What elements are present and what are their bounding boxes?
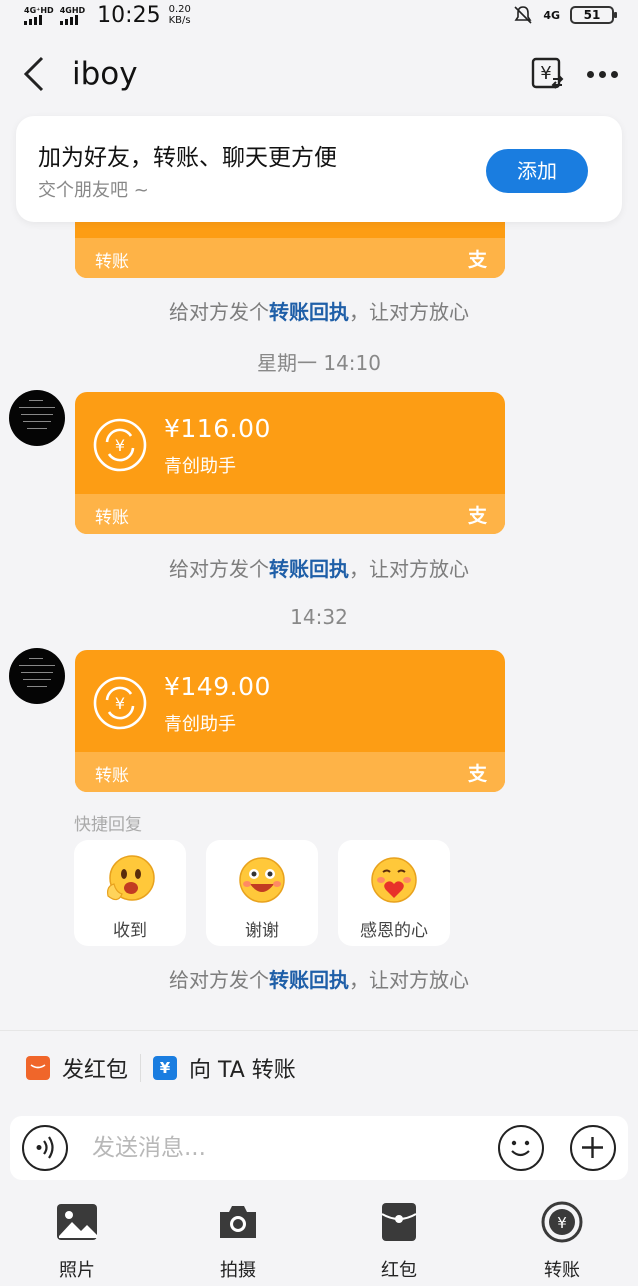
nav-bar: iboy ¥ bbox=[0, 38, 638, 110]
clock: 10:25 bbox=[97, 2, 161, 28]
receipt-link[interactable]: 转账回执 bbox=[269, 968, 349, 992]
alipay-logo-icon: 支 bbox=[467, 763, 487, 785]
camera-icon bbox=[220, 1206, 256, 1238]
transfer-footer: 转账 支 bbox=[75, 494, 505, 534]
plus-icon bbox=[582, 1137, 603, 1158]
back-button[interactable] bbox=[20, 54, 48, 94]
action-label: 发红包 bbox=[62, 1058, 129, 1083]
transfer-label: 转账 bbox=[95, 508, 129, 528]
message-input-bar bbox=[10, 1116, 628, 1180]
receipt-hint: 给对方发个转账回执，让对方放心 bbox=[0, 553, 638, 582]
signal-icon: 4G⁺HD bbox=[24, 6, 54, 25]
svg-text:¥: ¥ bbox=[115, 694, 125, 713]
svg-text:¥: ¥ bbox=[115, 436, 125, 455]
receipt-hint: 给对方发个转账回执，让对方放心 bbox=[0, 964, 638, 993]
transfer-coin-icon: ¥ bbox=[93, 418, 147, 472]
banner-title: 加为好友，转账、聊天更方便 bbox=[38, 145, 337, 171]
transfer-payer: 青创助手 bbox=[164, 456, 236, 477]
smiley-icon bbox=[511, 1140, 530, 1157]
alipay-logo-icon: 支 bbox=[467, 505, 487, 527]
emoji-button[interactable] bbox=[498, 1125, 544, 1171]
red-packet-icon bbox=[381, 1203, 417, 1241]
ok-emoji-icon bbox=[107, 855, 155, 901]
svg-text:¥: ¥ bbox=[540, 63, 551, 84]
quick-reply-thanks[interactable]: 谢谢 bbox=[206, 840, 318, 946]
mute-bell-icon bbox=[514, 6, 532, 24]
time-separator: 星期一 14:10 bbox=[257, 351, 381, 375]
hint-text: ，让对方放心 bbox=[349, 557, 469, 581]
receipt-link[interactable]: 转账回执 bbox=[269, 300, 349, 324]
divider bbox=[0, 1030, 638, 1031]
bottom-toolbar: 照片 拍摄 红包 ¥ 转账 bbox=[0, 1190, 638, 1286]
time-separator: 14:32 bbox=[290, 605, 348, 629]
signal-icon: 4GHD bbox=[59, 5, 86, 25]
chevron-left-icon bbox=[23, 56, 44, 92]
yuan-transfer-icon: ¥ bbox=[153, 1056, 178, 1080]
action-separator bbox=[140, 1054, 142, 1082]
transfer-amount: ¥149.00 bbox=[164, 672, 271, 701]
red-packet-button[interactable]: 红包 bbox=[359, 1200, 439, 1282]
chat-title: iboy bbox=[72, 56, 138, 92]
transfer-message[interactable]: ¥ ¥149.00 青创助手 转账 支 bbox=[75, 650, 505, 792]
receipt-link[interactable]: 转账回执 bbox=[269, 557, 349, 581]
transfer-button[interactable]: ¥ 转账 bbox=[522, 1200, 602, 1282]
photo-button[interactable]: 照片 bbox=[37, 1200, 117, 1282]
speed-unit: KB/s bbox=[168, 15, 191, 26]
transfer-payer: 青创助手 bbox=[164, 714, 236, 735]
speed-value: 0.20 bbox=[168, 4, 191, 15]
quick-reply-label: 收到 bbox=[113, 921, 147, 941]
hint-text: 给对方发个 bbox=[169, 557, 269, 581]
toolbar-label: 拍摄 bbox=[220, 1260, 256, 1281]
heart-emoji-icon bbox=[371, 857, 417, 903]
toolbar-label: 照片 bbox=[59, 1260, 95, 1281]
add-friend-banner: 加为好友，转账、聊天更方便 交个朋友吧 ~ 添加 bbox=[16, 116, 622, 222]
transfer-message[interactable]: ¥ ¥116.00 青创助手 转账 支 bbox=[75, 392, 505, 534]
more-options-button[interactable] bbox=[587, 70, 618, 78]
more-actions-button[interactable] bbox=[570, 1125, 616, 1171]
transfer-footer: 转账 支 bbox=[75, 752, 505, 792]
add-friend-button[interactable]: 添加 bbox=[486, 149, 588, 193]
transfer-footer: 转账 支 bbox=[75, 238, 505, 278]
transfer-label: 转账 bbox=[95, 766, 129, 786]
receipt-hint: 给对方发个转账回执，让对方放心 bbox=[0, 296, 638, 325]
laugh-emoji-icon bbox=[239, 857, 285, 903]
hint-text: 给对方发个 bbox=[169, 968, 269, 992]
hint-text: ，让对方放心 bbox=[349, 300, 469, 324]
alipay-logo-icon: 支 bbox=[467, 249, 487, 271]
transfer-amount: ¥116.00 bbox=[164, 414, 271, 443]
quick-reply-label: 谢谢 bbox=[245, 921, 279, 941]
network-type: 4G bbox=[543, 8, 560, 22]
yuan-transfer-icon: ¥ bbox=[541, 1201, 583, 1243]
hint-text: ，让对方放心 bbox=[349, 968, 469, 992]
transfer-coin-icon: ¥ bbox=[93, 676, 147, 730]
status-bar: 4G⁺HD 4GHD 10:25 0.20 KB/s 4G 51 bbox=[0, 0, 638, 30]
transfer-label: 转账 bbox=[95, 252, 129, 272]
battery-icon: 51 bbox=[570, 6, 617, 24]
voice-input-button[interactable] bbox=[22, 1125, 68, 1171]
toolbar-label: 红包 bbox=[381, 1260, 417, 1281]
camera-button[interactable]: 拍摄 bbox=[198, 1200, 278, 1282]
send-red-packet-button[interactable]: 发红包 bbox=[26, 1052, 128, 1084]
voice-wave-icon bbox=[36, 1136, 54, 1159]
transfer-to-ta-button[interactable]: ¥ 向 TA 转账 bbox=[153, 1052, 296, 1084]
action-shortcuts: 发红包 ¥ 向 TA 转账 bbox=[26, 1052, 296, 1084]
network-speed: 0.20 KB/s bbox=[169, 4, 191, 26]
image-icon bbox=[57, 1204, 97, 1240]
network-type: 4G⁺HD bbox=[24, 5, 54, 15]
transfer-record-icon[interactable]: ¥ bbox=[531, 57, 565, 91]
svg-text:¥: ¥ bbox=[557, 1214, 567, 1232]
quick-reply-label: 感恩的心 bbox=[360, 921, 428, 941]
action-label: 向 TA 转账 bbox=[189, 1058, 296, 1083]
quick-reply-gratitude[interactable]: 感恩的心 bbox=[338, 840, 450, 946]
toolbar-label: 转账 bbox=[544, 1260, 580, 1281]
banner-subtitle: 交个朋友吧 ~ bbox=[38, 180, 149, 201]
quick-reply-received[interactable]: 收到 bbox=[74, 840, 186, 946]
hint-text: 给对方发个 bbox=[169, 300, 269, 324]
quick-reply-title: 快捷回复 bbox=[74, 815, 142, 835]
avatar[interactable] bbox=[9, 390, 65, 446]
avatar[interactable] bbox=[9, 648, 65, 704]
network-type: 4GHD bbox=[59, 5, 86, 15]
message-input[interactable] bbox=[92, 1130, 482, 1166]
red-packet-icon bbox=[26, 1056, 50, 1080]
